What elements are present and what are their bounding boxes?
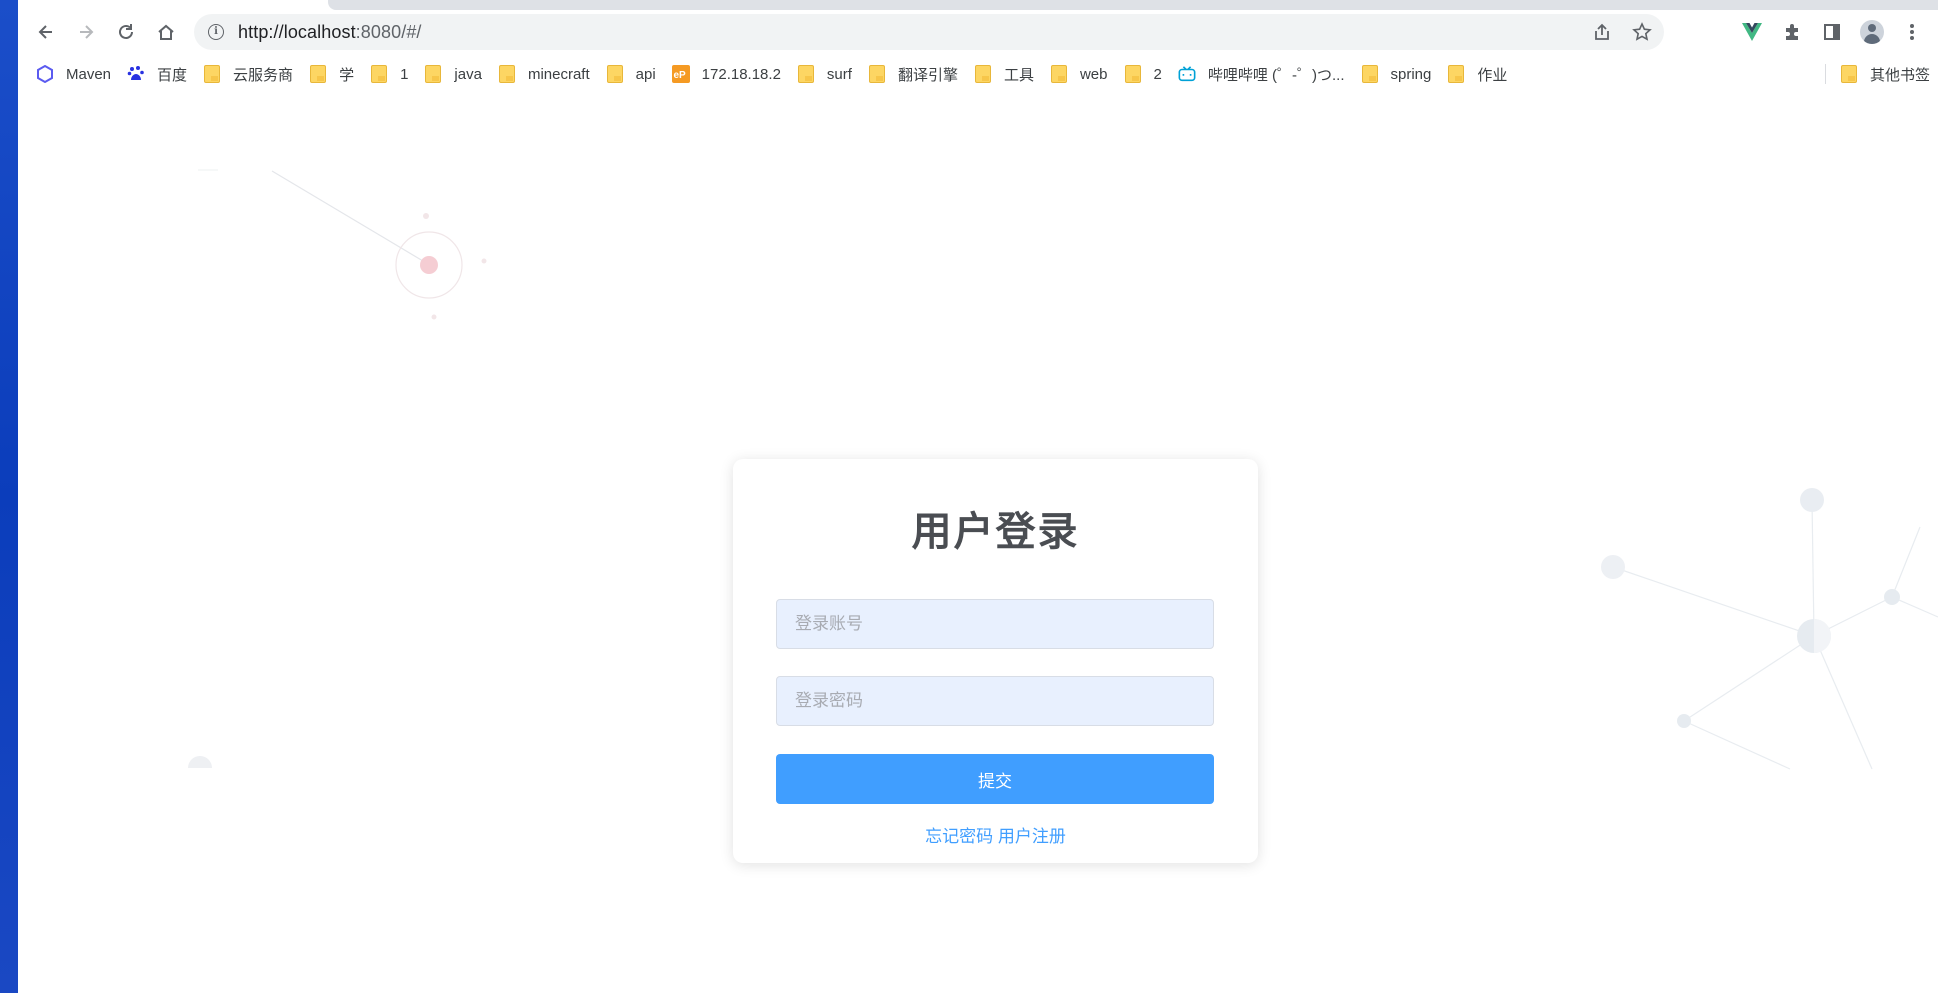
puzzle-icon[interactable] xyxy=(1778,18,1806,46)
extensions-area xyxy=(1738,14,1926,50)
bookmark-bilibili[interactable]: 哔哩哔哩 (゜-゜)つ... xyxy=(1170,60,1353,88)
bookmark-maven[interactable]: Maven xyxy=(28,60,119,88)
bookmark-folder[interactable]: 作业 xyxy=(1439,60,1515,88)
bookmark-label: java xyxy=(454,65,482,83)
page-content: 用户登录 提交 忘记密码 用户注册 xyxy=(18,97,1938,993)
url-host: http://localhost xyxy=(238,21,356,42)
bookmark-other[interactable]: 其他书签 xyxy=(1832,60,1938,88)
folder-icon xyxy=(309,65,327,83)
url-path: :8080/#/ xyxy=(355,21,422,42)
folder-icon xyxy=(974,65,992,83)
address-bar[interactable]: i http://localhost:8080/#/ xyxy=(194,14,1664,50)
tab-strip xyxy=(328,0,1938,10)
bookmark-label: 172.18.18.2 xyxy=(701,65,781,83)
login-links: 忘记密码 用户注册 xyxy=(733,822,1258,847)
folder-icon xyxy=(370,65,388,83)
bookmark-label: 哔哩哔哩 (゜-゜)つ... xyxy=(1207,66,1345,84)
bookmark-baidu[interactable]: 百度 xyxy=(119,60,195,88)
bookmark-label: 其他书签 xyxy=(1869,66,1930,84)
forward-button[interactable] xyxy=(68,14,104,50)
bookmark-label: 翻译引擎 xyxy=(897,66,958,84)
forgot-password-link[interactable]: 忘记密码 xyxy=(925,827,993,846)
reload-button[interactable] xyxy=(108,14,144,50)
bookmark-folder[interactable]: 1 xyxy=(362,60,416,88)
folder-icon xyxy=(868,65,886,83)
bookmark-label: 云服务商 xyxy=(233,66,294,84)
profile-button[interactable] xyxy=(1858,18,1886,46)
account-input[interactable] xyxy=(776,599,1214,649)
desktop-edge xyxy=(0,0,18,993)
bookmark-label: api xyxy=(635,65,656,83)
bookmark-folder[interactable]: minecraft xyxy=(490,60,598,88)
register-link[interactable]: 用户注册 xyxy=(998,827,1066,846)
browser-toolbar: i http://localhost:8080/#/ xyxy=(18,10,1938,54)
folder-icon xyxy=(1361,65,1379,83)
bookmark-folder[interactable]: web xyxy=(1042,60,1116,88)
bookmark-folder[interactable]: 工具 xyxy=(966,60,1042,88)
bookmark-folder[interactable]: api xyxy=(598,60,664,88)
login-card: 用户登录 提交 忘记密码 用户注册 xyxy=(733,459,1258,863)
vue-devtools-icon[interactable] xyxy=(1738,18,1766,46)
bookmark-label: Maven xyxy=(66,65,112,83)
maven-icon xyxy=(36,65,54,83)
side-panel-icon[interactable] xyxy=(1818,18,1846,46)
reload-icon xyxy=(119,24,133,39)
folder-icon xyxy=(498,65,516,83)
browser-chrome: i http://localhost:8080/#/ Maven 百度 云服务商… xyxy=(18,0,1938,98)
bookmarks-bar: Maven 百度 云服务商 学 1 java minecraft api eP … xyxy=(18,58,1938,90)
bookmark-label: 工具 xyxy=(1003,66,1034,84)
folder-icon xyxy=(1124,65,1142,83)
bookmark-label: 作业 xyxy=(1477,66,1508,84)
bilibili-icon xyxy=(1178,65,1196,83)
bookmark-folder[interactable]: surf xyxy=(789,60,860,88)
avatar-icon xyxy=(1860,20,1884,44)
folder-icon xyxy=(797,65,815,83)
bookmark-label: 百度 xyxy=(157,66,188,84)
baidu-icon xyxy=(127,65,145,83)
folder-icon xyxy=(1050,65,1068,83)
bookmark-label: 1 xyxy=(400,65,409,83)
folder-icon xyxy=(1840,65,1858,83)
arrow-left-icon xyxy=(38,25,52,39)
bookmark-label: 学 xyxy=(339,66,355,84)
home-button[interactable] xyxy=(148,14,184,50)
bookmark-label: minecraft xyxy=(527,65,590,83)
bookmark-label: 2 xyxy=(1153,65,1162,83)
bookmark-folder[interactable]: spring xyxy=(1353,60,1440,88)
submit-button[interactable]: 提交 xyxy=(776,754,1214,804)
bookmarks-divider xyxy=(1824,64,1826,84)
ep-icon: eP xyxy=(671,65,690,83)
bookmark-folder[interactable]: java xyxy=(416,60,490,88)
more-icon[interactable] xyxy=(1898,18,1926,46)
password-input[interactable] xyxy=(776,676,1214,726)
site-info-icon[interactable]: i xyxy=(208,24,224,40)
bookmark-label: spring xyxy=(1390,65,1432,83)
svg-text:eP: eP xyxy=(673,70,686,81)
bookmark-folder[interactable]: 翻译引擎 xyxy=(860,60,966,88)
home-icon xyxy=(158,24,174,40)
bookmark-folder[interactable]: 2 xyxy=(1116,60,1170,88)
bookmark-ep[interactable]: eP 172.18.18.2 xyxy=(664,60,789,88)
star-icon[interactable] xyxy=(1630,20,1654,44)
folder-icon xyxy=(606,65,624,83)
bookmark-folder[interactable]: 云服务商 xyxy=(195,60,301,88)
bookmark-label: surf xyxy=(826,65,852,83)
bookmark-folder[interactable]: 学 xyxy=(301,60,362,88)
folder-icon xyxy=(1447,65,1465,83)
address-bar-actions xyxy=(1590,14,1654,50)
url-text[interactable]: http://localhost:8080/#/ xyxy=(238,22,422,43)
folder-icon xyxy=(203,65,221,83)
share-icon[interactable] xyxy=(1590,20,1614,44)
other-bookmarks-area: 其他书签 xyxy=(1819,58,1938,90)
arrow-right-icon xyxy=(80,25,94,39)
login-title: 用户登录 xyxy=(911,510,1080,554)
folder-icon xyxy=(424,65,442,83)
back-button[interactable] xyxy=(28,14,64,50)
bookmark-label: web xyxy=(1079,65,1108,83)
